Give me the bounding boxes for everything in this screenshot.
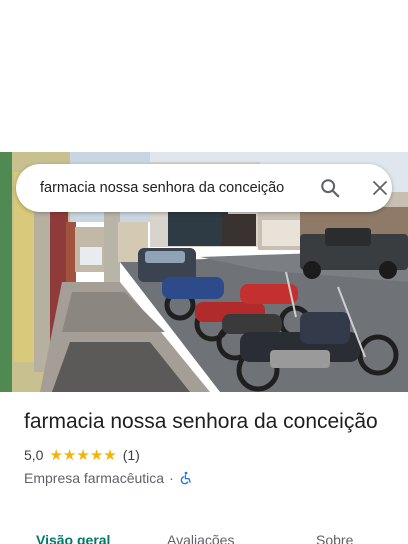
- place-tabs: Visão geral Avaliações Sobre: [0, 528, 408, 544]
- star-icon: ★: [76, 446, 90, 464]
- review-count[interactable]: (1): [123, 447, 140, 463]
- star-icon: ★: [49, 446, 63, 464]
- clear-search-button[interactable]: [364, 174, 396, 202]
- search-icon: [321, 179, 340, 198]
- star-icon: ★: [103, 446, 117, 464]
- wheelchair-icon: [179, 471, 193, 485]
- rating-value: 5,0: [24, 447, 44, 463]
- map-blank-area: [0, 0, 408, 152]
- search-bar[interactable]: farmacia nossa senhora da conceição: [16, 164, 392, 212]
- search-input[interactable]: farmacia nossa senhora da conceição: [40, 164, 302, 212]
- rating-stars: ★ ★ ★ ★ ★: [49, 448, 116, 463]
- place-info: farmacia nossa senhora da conceição 5,0 …: [24, 408, 392, 487]
- tab-reviews[interactable]: Avaliações: [167, 532, 234, 544]
- place-category[interactable]: Empresa farmacêutica: [24, 470, 164, 486]
- star-icon: ★: [62, 446, 77, 464]
- place-title: farmacia nossa senhora da conceição: [24, 410, 378, 433]
- separator-dot: ·: [169, 470, 174, 486]
- tab-overview[interactable]: Visão geral: [36, 532, 110, 544]
- star-icon: ★: [89, 446, 104, 464]
- tab-about[interactable]: Sobre: [316, 532, 353, 544]
- close-icon: [373, 181, 387, 195]
- category-row: Empresa farmacêutica ·: [24, 469, 392, 487]
- rating-row: 5,0 ★ ★ ★ ★ ★ (1): [24, 446, 392, 464]
- search-button[interactable]: [312, 174, 348, 202]
